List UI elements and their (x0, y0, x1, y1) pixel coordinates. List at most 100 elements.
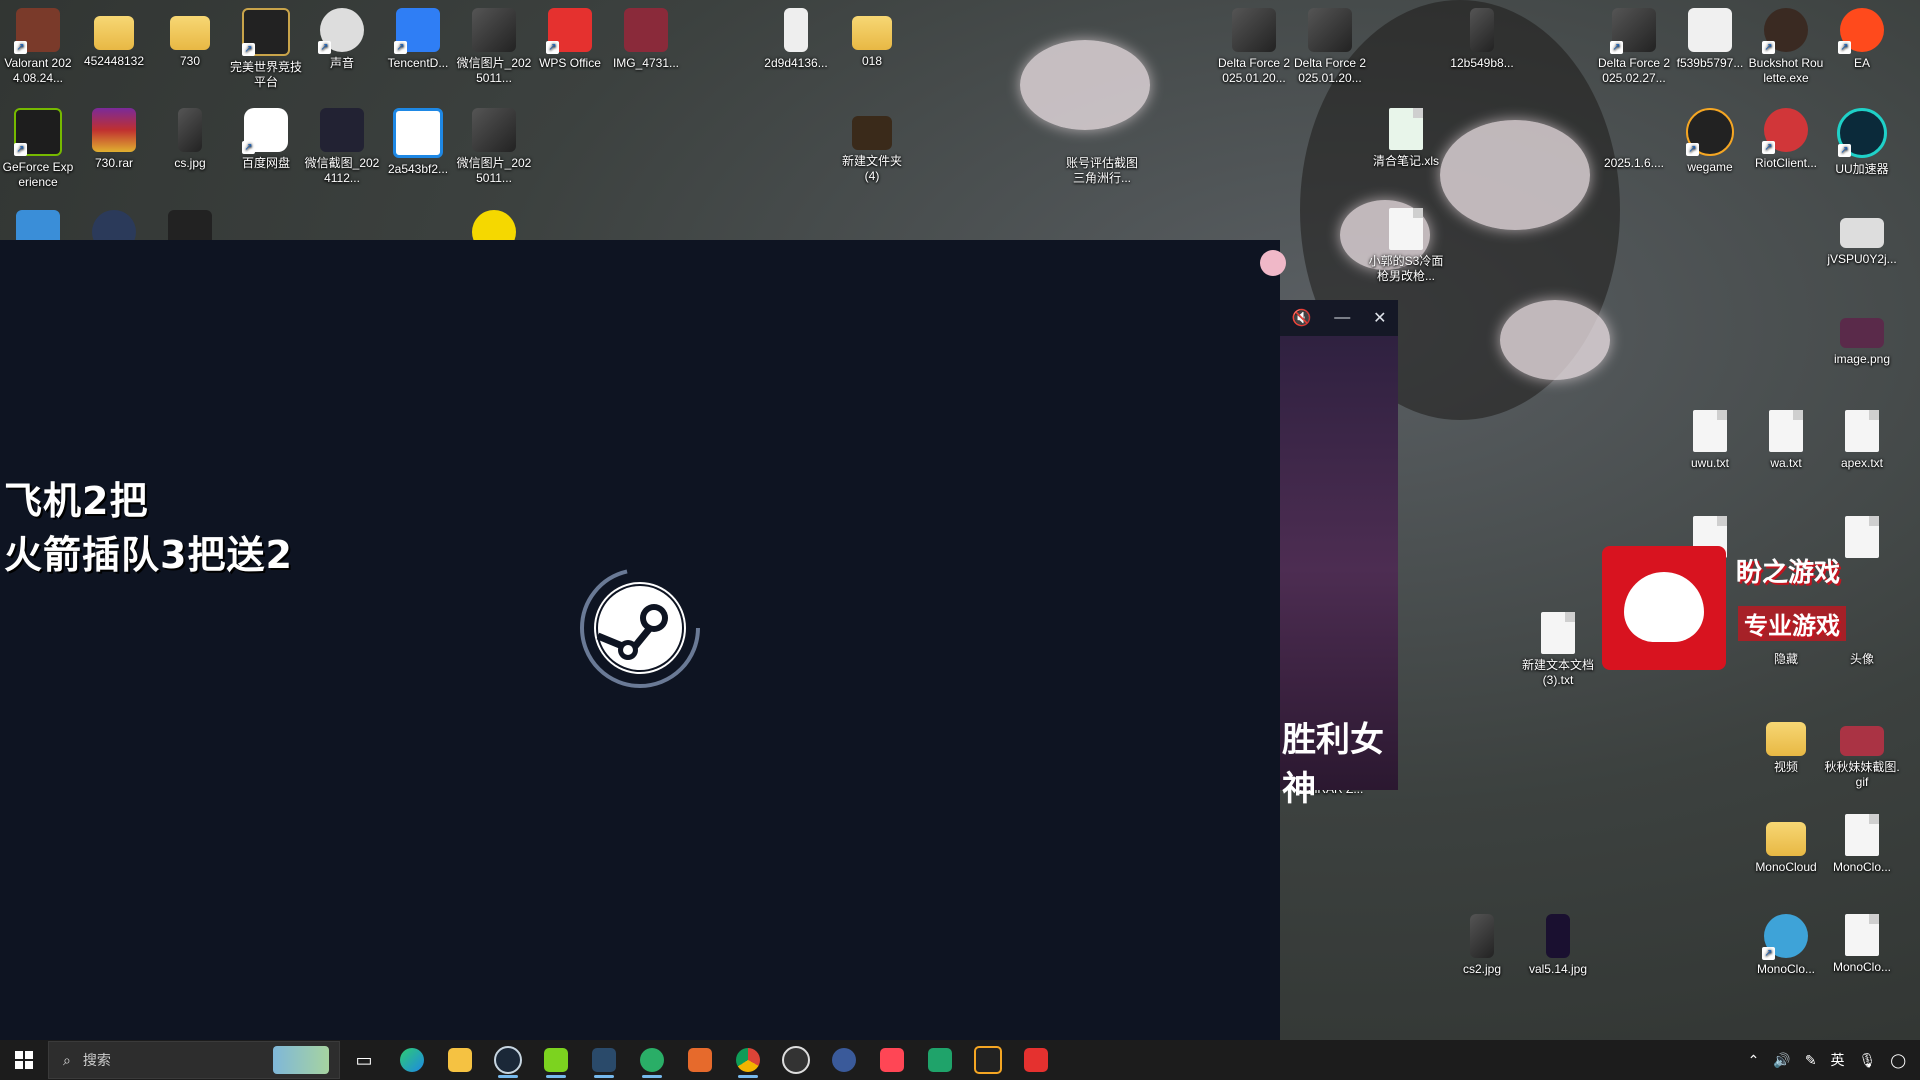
desktop-icon-monocloud[interactable]: MonoClo... (1748, 914, 1824, 977)
desktop-icon-image[interactable]: IMG_4731... (608, 8, 684, 71)
desktop-icon-text-file[interactable]: 小郭的S3冷面枪男改枪... (1368, 208, 1444, 284)
desktop-icon-image[interactable]: 12b549b8... (1444, 8, 1520, 71)
desktop-icon-text-file[interactable]: uwu.txt (1672, 410, 1748, 471)
taskbar-app-store[interactable] (676, 1040, 724, 1080)
desktop-icon-tencent[interactable]: TencentD... (380, 8, 456, 71)
taskbar-kook[interactable] (532, 1040, 580, 1080)
desktop-icon-partial[interactable] (0, 210, 76, 240)
taskbar-wechat[interactable] (628, 1040, 676, 1080)
desktop-icon-uu[interactable]: UU加速器 (1824, 108, 1900, 177)
taskbar-steam[interactable] (484, 1040, 532, 1080)
taskbar-app-sword[interactable] (580, 1040, 628, 1080)
valorant-icon (880, 1048, 904, 1072)
desktop-icon-folder[interactable]: 452448132 (76, 8, 152, 69)
desktop-icon-text-file[interactable]: apex.txt (1824, 410, 1900, 471)
wallpaper-blossom (1440, 120, 1590, 230)
taskbar-chrome[interactable] (724, 1040, 772, 1080)
wechat-icon (640, 1048, 664, 1072)
desktop-icon-image[interactable]: cs2.jpg (1444, 914, 1520, 977)
taskbar-valorant[interactable] (868, 1040, 916, 1080)
panda-game-ad[interactable]: 盼之游戏 专业游戏 (1602, 546, 1894, 670)
desktop-icon-wps[interactable]: WPS Office (532, 8, 608, 71)
desktop-icon-folder[interactable]: 730 (152, 8, 228, 69)
start-button[interactable] (0, 1040, 48, 1080)
monocloud-icon (1762, 914, 1808, 960)
desktop-icon-wegame[interactable]: wegame (1672, 108, 1748, 175)
image-thumbnail-icon (393, 108, 443, 158)
desktop-icon-valorant-video[interactable]: Valorant 2024.08.24... (0, 8, 76, 86)
desktop-icon-buckshot[interactable]: Buckshot Roulette.exe (1748, 8, 1824, 86)
image-thumbnail-icon (624, 8, 668, 52)
steam-logo-icon (580, 568, 700, 688)
pen-icon[interactable]: ✎ (1805, 1052, 1817, 1069)
desktop-icon-text-file[interactable]: 新建文本文档(3).txt (1520, 612, 1596, 688)
desktop-icon-delta-force[interactable]: Delta Force 2025.01.20... (1216, 8, 1292, 86)
desktop-icon-image[interactable]: val5.14.jpg (1520, 914, 1596, 977)
chevron-up-icon[interactable]: ⌃ (1748, 1052, 1760, 1069)
desktop-icon-file[interactable]: MonoClo... (1824, 814, 1900, 875)
mute-icon[interactable]: 🔇 (1291, 308, 1311, 328)
desktop-icon-delta-force[interactable]: Delta Force 2025.02.27... (1596, 8, 1672, 86)
taskbar-search-box[interactable]: ⌕ 搜索 (48, 1041, 340, 1079)
desktop-icon-geforce[interactable]: GeForce Experience (0, 108, 76, 190)
desktop-icon-baidu-pan[interactable]: 百度网盘 (228, 108, 304, 171)
taskbar-circle-app[interactable] (820, 1040, 868, 1080)
desktop-icon-xls[interactable]: 清合笔记.xls (1368, 108, 1444, 169)
desktop-icon-wechat-image[interactable]: 微信图片_2025011... (456, 108, 532, 186)
desktop-icon-cs-jpg[interactable]: cs.jpg (152, 108, 228, 171)
close-button[interactable]: ✕ (1373, 308, 1386, 328)
image-thumbnail-icon (320, 108, 364, 152)
image-thumbnail-icon (178, 108, 202, 152)
desktop-icon-file[interactable]: MonoClo... (1824, 914, 1900, 975)
desktop-icon-account-image[interactable]: 账号评估截图三角洲行... (1064, 108, 1140, 186)
desktop-icon-riot[interactable]: RiotClient... (1748, 108, 1824, 171)
desktop-icon-image[interactable]: 2d9d4136... (758, 8, 834, 71)
desktop-icon-folder[interactable]: 视频 (1748, 714, 1824, 775)
taskbar: ⌕ 搜索 ▭ ⌃ 🔊 ✎ 英 🎙 ◯ (0, 1040, 1920, 1080)
desktop-icon-image[interactable]: jVSPU0Y2j... (1824, 218, 1900, 267)
desktop-icon-partial[interactable] (456, 210, 532, 240)
speaker-icon[interactable]: 🔊 (1773, 1052, 1790, 1069)
desktop-icon-new-folder[interactable]: 新建文件夹 (4) (834, 108, 910, 184)
baidu-netdisk-icon (242, 108, 288, 154)
desktop-icon-partial[interactable] (76, 210, 152, 240)
microphone-icon[interactable]: 🎙 (1859, 1052, 1877, 1069)
desktop-icon-wechat-screenshot[interactable]: 微信截图_2024112... (304, 108, 380, 186)
folder-icon (16, 210, 60, 240)
input-language[interactable]: 英 (1831, 1050, 1845, 1070)
desktop-icon-image[interactable]: 2a543bf2... (380, 108, 456, 177)
anime-avatar-icon[interactable] (1260, 250, 1286, 276)
desktop-icon-wechat-image[interactable]: 微信图片_2025011... (456, 8, 532, 86)
notification-icon[interactable]: ◯ (1890, 1052, 1906, 1069)
taskbar-edge[interactable] (388, 1040, 436, 1080)
minimize-button[interactable]: — (1334, 309, 1350, 327)
desktop-icon-image-png[interactable]: image.png (1824, 318, 1900, 367)
task-view-button[interactable]: ▭ (340, 1040, 388, 1080)
desktop-icon-image[interactable]: 2025.1.6.... (1596, 108, 1672, 171)
taskbar-file-explorer[interactable] (436, 1040, 484, 1080)
desktop-icon-image[interactable]: f539b5797... (1672, 8, 1748, 71)
desktop-icon-folder[interactable]: 018 (834, 8, 910, 69)
side-popup-window[interactable]: 🔇 — ✕ 胜利女神 (1280, 300, 1398, 809)
popup-game-title: 胜利女神 (1282, 720, 1384, 809)
desktop-icon-delta-force[interactable]: Delta Force 2025.01.20... (1292, 8, 1368, 86)
kook-icon (544, 1048, 568, 1072)
taskbar-g-app[interactable] (964, 1040, 1012, 1080)
folder-icon (852, 116, 892, 150)
desktop-icon-partial[interactable] (152, 210, 228, 240)
circle-app-icon (832, 1048, 856, 1072)
steam-loading-window[interactable]: 飞机2把 火箭插队3把送2 (0, 240, 1280, 1040)
tencent-docs-icon (394, 8, 440, 54)
video-thumbnail-icon (1610, 8, 1656, 54)
taskbar-wps[interactable] (1012, 1040, 1060, 1080)
desktop-icon-text-file[interactable]: wa.txt (1748, 410, 1824, 471)
desktop-icon-rar[interactable]: 730.rar (76, 108, 152, 171)
desktop-icon-gif[interactable]: 秋秋妹妹截图.gif (1824, 726, 1900, 790)
taskbar-clock-app[interactable] (772, 1040, 820, 1080)
taskbar-green-app[interactable] (916, 1040, 964, 1080)
search-icon: ⌕ (63, 1051, 71, 1068)
desktop-icon-sound[interactable]: 声音 (304, 8, 380, 71)
desktop-icon-perfect-world[interactable]: 完美世界竞技平台 (228, 8, 304, 90)
desktop-icon-folder[interactable]: MonoCloud (1748, 814, 1824, 875)
desktop-icon-ea[interactable]: EA (1824, 8, 1900, 71)
